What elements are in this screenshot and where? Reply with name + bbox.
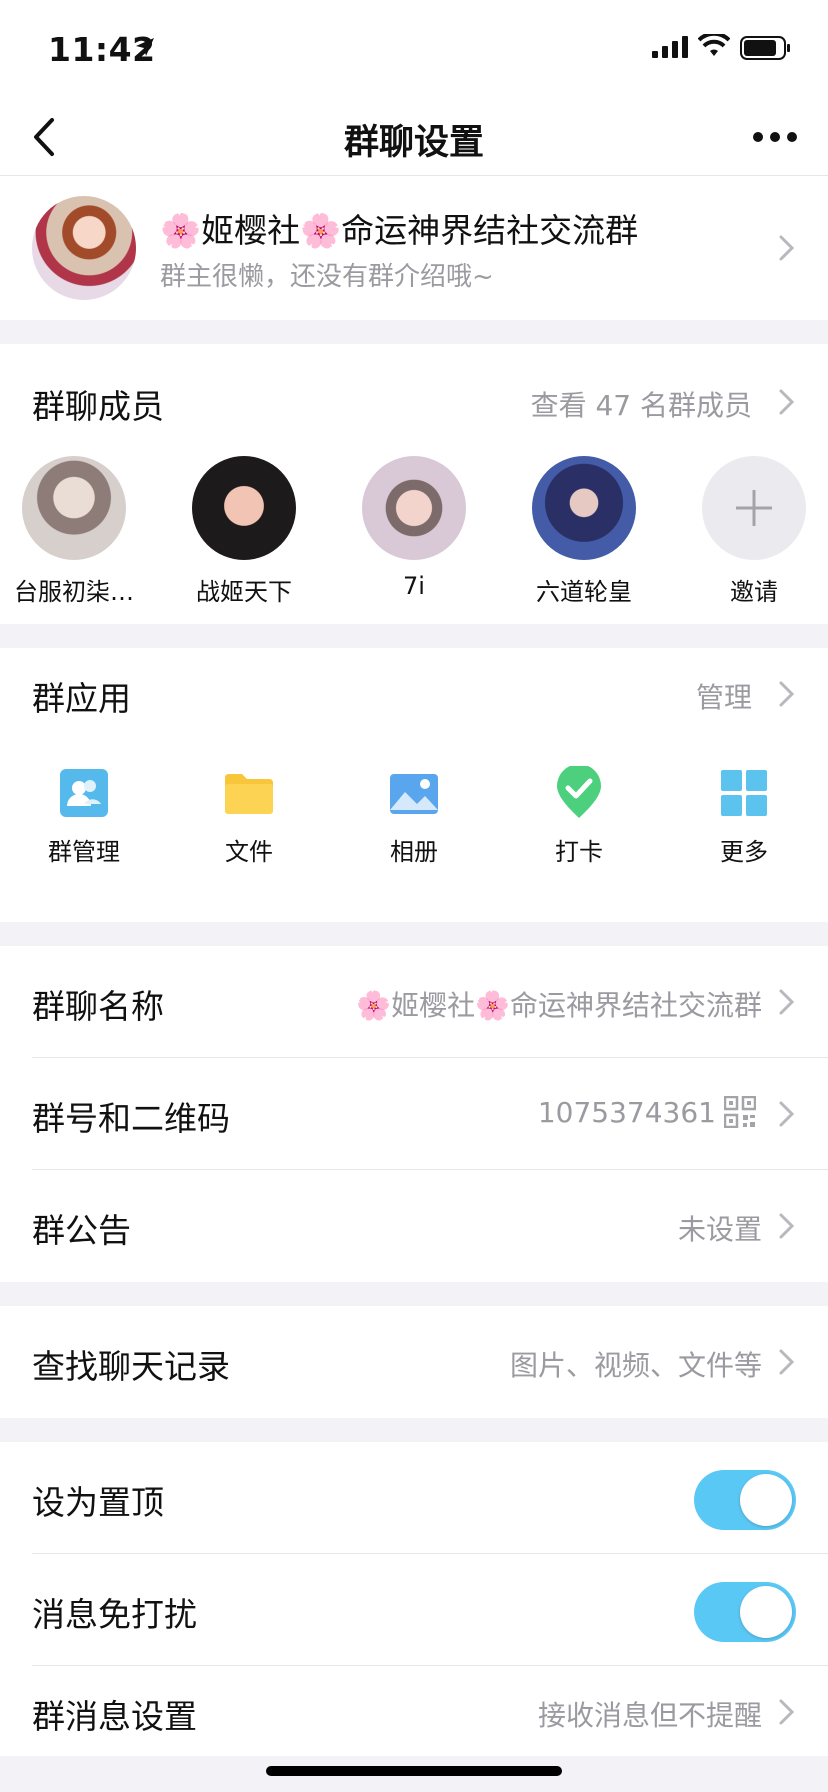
qr-code-icon — [724, 1096, 756, 1128]
app-label: 打卡 — [555, 838, 603, 866]
row-value: 接收消息但不提醒 — [537, 1699, 762, 1732]
app-files[interactable]: 文件 — [189, 766, 309, 867]
do-not-disturb-row: 消息免打扰 — [0, 1554, 828, 1666]
app-label: 文件 — [225, 838, 273, 866]
plus-icon — [736, 490, 772, 526]
more-options-icon[interactable] — [752, 128, 798, 146]
view-all-members-link[interactable]: 查看 47 名群成员 — [531, 384, 752, 424]
row-label: 群公告 — [32, 1211, 131, 1250]
member-item[interactable]: 7i — [340, 456, 488, 600]
member-name: 六道轮皇 — [536, 578, 632, 606]
member-item[interactable]: 台服初柒… — [0, 456, 148, 607]
invite-label: 邀请 — [730, 578, 778, 606]
toggle-knob — [740, 1474, 792, 1526]
member-name: 7i — [403, 572, 425, 600]
chevron-right-icon — [779, 1213, 795, 1239]
wifi-icon — [698, 34, 730, 56]
announcement-row[interactable]: 群公告 未设置 — [0, 1170, 828, 1282]
invite-member-button[interactable]: 邀请 — [680, 456, 828, 607]
row-label: 消息免打扰 — [32, 1595, 197, 1634]
location-arrow-icon — [136, 38, 154, 56]
member-avatar — [532, 456, 636, 560]
chevron-right-icon — [779, 1101, 795, 1127]
folder-icon — [225, 774, 273, 814]
app-photo-album[interactable]: 相册 — [354, 766, 474, 867]
member-item[interactable]: 战姬天下 — [170, 456, 318, 607]
nav-bar: 群聊设置 — [0, 100, 828, 176]
more-apps-icon — [721, 770, 767, 816]
member-name: 台服初柒… — [14, 578, 134, 606]
app-more[interactable]: 更多 — [684, 766, 804, 867]
cellular-signal-icon — [652, 36, 688, 58]
member-item[interactable]: 六道轮皇 — [510, 456, 658, 607]
photo-album-icon — [390, 774, 438, 814]
toggle-knob — [740, 1586, 792, 1638]
members-title: 群聊成员 — [32, 387, 164, 426]
row-label: 群号和二维码 — [32, 1099, 230, 1138]
message-settings-row[interactable]: 群消息设置 接收消息但不提醒 — [0, 1666, 828, 1756]
row-label: 设为置顶 — [32, 1483, 164, 1522]
search-history-row[interactable]: 查找聊天记录 图片、视频、文件等 — [0, 1306, 828, 1418]
member-avatar — [22, 456, 126, 560]
row-label: 群消息设置 — [32, 1697, 197, 1736]
row-label: 群聊名称 — [32, 987, 164, 1026]
status-bar: 11:42 — [0, 0, 828, 100]
row-value: 🌸姬樱社🌸命运神界结社交流群 — [356, 989, 762, 1022]
group-apps-section: 群应用 管理 群管理 文件 相册 打卡 更多 — [0, 648, 828, 922]
group-avatar — [32, 196, 136, 300]
chevron-right-icon — [779, 681, 795, 707]
app-label: 相册 — [390, 838, 438, 866]
chevron-right-icon — [779, 389, 795, 415]
do-not-disturb-toggle[interactable] — [694, 1582, 796, 1642]
group-manage-icon — [60, 769, 108, 817]
group-name: 🌸姬樱社🌸命运神界结社交流群 — [160, 211, 639, 250]
row-value: 图片、视频、文件等 — [509, 1349, 762, 1382]
manage-apps-link[interactable]: 管理 — [696, 676, 752, 716]
pin-top-toggle[interactable] — [694, 1470, 796, 1530]
chevron-right-icon — [779, 989, 795, 1015]
battery-icon — [740, 36, 790, 60]
row-value: 未设置 — [677, 1213, 762, 1246]
app-checkin[interactable]: 打卡 — [519, 764, 639, 867]
group-info-section: 群聊名称 🌸姬樱社🌸命运神界结社交流群 群号和二维码 1075374361 群公… — [0, 946, 828, 1282]
group-id-value: 1075374361 — [537, 1096, 716, 1129]
home-indicator[interactable] — [266, 1766, 562, 1776]
invite-avatar — [702, 456, 806, 560]
group-id-qr-row[interactable]: 群号和二维码 1075374361 — [0, 1058, 828, 1170]
member-name: 战姬天下 — [196, 578, 292, 606]
apps-title: 群应用 — [32, 679, 131, 718]
pin-top-row: 设为置顶 — [0, 1442, 828, 1554]
member-avatar — [192, 456, 296, 560]
notification-section: 设为置顶 消息免打扰 群消息设置 接收消息但不提醒 — [0, 1442, 828, 1756]
group-name-row[interactable]: 群聊名称 🌸姬樱社🌸命运神界结社交流群 — [0, 946, 828, 1058]
chevron-right-icon — [779, 235, 795, 261]
member-avatar — [362, 456, 466, 560]
chevron-right-icon — [779, 1349, 795, 1375]
group-description: 群主很懒，还没有群介绍哦~ — [160, 262, 494, 292]
search-history-section: 查找聊天记录 图片、视频、文件等 — [0, 1306, 828, 1418]
app-label: 群管理 — [48, 838, 120, 866]
row-label: 查找聊天记录 — [32, 1347, 230, 1386]
page-title: 群聊设置 — [343, 123, 484, 163]
app-group-manage[interactable]: 群管理 — [24, 766, 144, 867]
checkin-icon — [557, 764, 601, 818]
group-profile-row[interactable]: 🌸姬樱社🌸命运神界结社交流群 群主很懒，还没有群介绍哦~ — [0, 176, 828, 320]
app-label: 更多 — [720, 838, 768, 866]
chevron-right-icon — [779, 1699, 795, 1725]
members-section: 群聊成员 查看 47 名群成员 台服初柒… 战姬天下 7i 六道轮皇 邀请 — [0, 344, 828, 624]
